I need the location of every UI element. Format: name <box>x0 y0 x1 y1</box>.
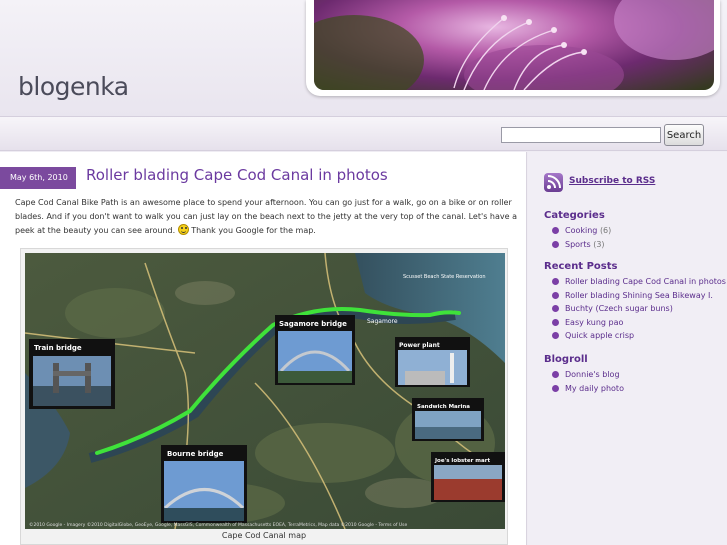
label-power-plant: Power plant <box>399 342 440 349</box>
recent-post-item[interactable]: Roller blading Cape Cod Canal in photos <box>552 275 726 289</box>
recent-post-item[interactable]: Buchty (Czech sugar buns) <box>552 302 726 316</box>
search-button[interactable]: Search <box>664 124 704 146</box>
search-input[interactable] <box>501 127 661 143</box>
header-image-frame <box>306 0 720 96</box>
label-joes-lobster-mart: Joe's lobster mart <box>434 458 490 464</box>
map-inset-train-bridge: Train bridge <box>29 339 115 409</box>
post-date-badge: May 6th, 2010 <box>0 167 76 189</box>
label-sandwich-marina: Sandwich Marina <box>417 404 470 410</box>
recent-post-item[interactable]: Quick apple crisp <box>552 329 726 343</box>
post-body-text-end: Thank you Google for the map. <box>188 226 316 235</box>
recent-posts-list: Roller blading Cape Cod Canal in photos … <box>552 275 726 343</box>
blogroll-item[interactable]: Donnie's blog <box>552 368 624 382</box>
site-header: blogenka <box>0 0 727 116</box>
recent-posts-title: Recent Posts <box>544 261 618 272</box>
label-train-bridge: Train bridge <box>34 344 82 352</box>
blogroll-list: Donnie's blog My daily photo <box>552 368 624 395</box>
map-inset-sagamore-bridge: Sagamore bridge <box>275 315 355 385</box>
nav-bar: Search <box>0 116 727 151</box>
post-body: Cape Cod Canal Bike Path is an awesome p… <box>15 196 517 238</box>
categories-title: Categories <box>544 210 605 221</box>
sidebar: Subscribe to RSS Categories Cooking (6) … <box>528 152 727 545</box>
map-place-sagamore: Sagamore <box>367 318 398 325</box>
subscribe-rss-link[interactable]: Subscribe to RSS <box>569 176 655 186</box>
map-inset-joes-lobster-mart: Joe's lobster mart <box>431 452 505 502</box>
label-sagamore-bridge: Sagamore bridge <box>279 320 347 328</box>
rss-icon[interactable] <box>544 173 563 192</box>
smiley-icon <box>177 224 189 235</box>
map-copyright: ©2010 Google - Imagery ©2010 DigitalGlob… <box>29 521 407 528</box>
map-inset-power-plant: Power plant <box>395 337 470 387</box>
header-flower-image <box>314 0 714 90</box>
map-caption: Cape Cod Canal map <box>221 531 307 540</box>
post-title[interactable]: Roller blading Cape Cod Canal in photos <box>86 166 388 184</box>
map-inset-sandwich-marina: Sandwich Marina <box>412 398 484 441</box>
canal-map-image[interactable]: Scusset Beach State Reservation Sagamore… <box>25 253 505 529</box>
recent-post-item[interactable]: Easy kung pao <box>552 316 726 330</box>
blogroll-title: Blogroll <box>544 354 588 365</box>
category-item-cooking[interactable]: Cooking (6) <box>552 224 611 238</box>
categories-list: Cooking (6) Sports (3) <box>552 224 611 251</box>
map-place-scusset: Scusset Beach State Reservation <box>403 274 486 280</box>
blog-title[interactable]: blogenka <box>18 72 129 101</box>
recent-post-item[interactable]: Roller blading Shining Sea Bikeway I. <box>552 289 726 303</box>
category-item-sports[interactable]: Sports (3) <box>552 238 611 252</box>
map-inset-bourne-bridge: Bourne bridge <box>161 445 247 523</box>
label-bourne-bridge: Bourne bridge <box>167 450 224 458</box>
main-content: May 6th, 2010 Roller blading Cape Cod Ca… <box>0 152 527 545</box>
map-figure: Scusset Beach State Reservation Sagamore… <box>20 248 508 545</box>
blogroll-item[interactable]: My daily photo <box>552 382 624 396</box>
